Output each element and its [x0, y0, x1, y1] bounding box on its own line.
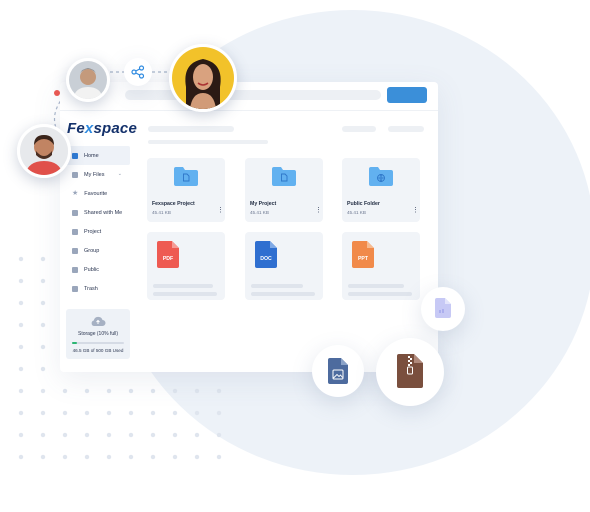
search-input[interactable] [125, 90, 381, 100]
document-card[interactable]: PPT [342, 232, 420, 300]
storage-capacity: 46.5 GB of 500 GB Used [72, 348, 124, 353]
subheader-placeholder [148, 140, 268, 144]
share-icon [131, 65, 145, 79]
share-button[interactable] [124, 58, 152, 86]
ppt-file-icon: PPT [352, 241, 374, 268]
image-file-bubble [312, 345, 364, 397]
sidebar: Home My Files ⌄ ★ Favourite Shared with Me… [66, 146, 130, 298]
more-options-icon[interactable]: ⋮ [217, 207, 224, 214]
image-file-icon [328, 358, 348, 384]
text-placeholder [348, 284, 404, 288]
top-bar [60, 82, 438, 111]
sidebar-item-label: Favourite [84, 190, 108, 197]
folder-size: 45.41 KB [347, 210, 366, 215]
more-options-icon[interactable]: ⋮ [315, 207, 322, 214]
folder-card[interactable]: Fexspace Project 45.41 KB ⋮ [147, 158, 225, 222]
header-placeholder [388, 126, 424, 132]
folder-icon [369, 167, 393, 186]
avatar [17, 124, 71, 178]
sidebar-item-favourite[interactable]: ★ Favourite [66, 184, 130, 203]
header-placeholder [148, 126, 234, 132]
sidebar-item-shared[interactable]: Shared with Me [66, 203, 130, 222]
sidebar-item-trash[interactable]: Trash [66, 279, 130, 298]
sidebar-item-group[interactable]: Group [66, 241, 130, 260]
document-icon [435, 298, 451, 318]
document-bubble [421, 287, 465, 331]
text-placeholder [348, 292, 412, 296]
app-window: Fexspace Home My Files ⌄ ★ Favourite Share… [60, 82, 438, 372]
group-icon [72, 247, 78, 254]
sidebar-item-label: Group [84, 247, 100, 254]
folder-icon [174, 167, 198, 186]
folder-icon [272, 167, 296, 186]
zip-file-icon [397, 354, 423, 388]
storage-progress-bar [72, 342, 124, 344]
zip-file-bubble [376, 338, 444, 406]
sidebar-item-label: Project [84, 228, 102, 235]
sidebar-item-public[interactable]: Public [66, 260, 130, 279]
sidebar-item-label: Public [84, 266, 99, 273]
folder-size: 45.41 KB [152, 210, 171, 215]
public-icon [72, 266, 78, 273]
document-card[interactable]: PDF [147, 232, 225, 300]
shared-icon [72, 209, 78, 216]
doc-file-icon: DOC [255, 241, 277, 268]
fexspace-logo: Fexspace [67, 120, 137, 137]
sidebar-item-project[interactable]: Project [66, 222, 130, 241]
chevron-down-icon[interactable]: ⌄ [118, 171, 122, 177]
folder-card[interactable]: Public Folder 45.41 KB ⋮ [342, 158, 420, 222]
file-icon [72, 171, 78, 178]
sidebar-item-label: Home [84, 152, 99, 159]
text-placeholder [251, 292, 315, 296]
sidebar-item-label: My Files [84, 171, 105, 178]
sidebar-item-label: Trash [84, 285, 98, 292]
text-placeholder [153, 292, 217, 296]
storage-panel: Storage (10% full) 46.5 GB of 500 GB Use… [66, 309, 130, 359]
more-options-icon[interactable]: ⋮ [412, 207, 419, 214]
text-placeholder [251, 284, 303, 288]
folder-size: 45.41 KB [250, 210, 269, 215]
avatar [169, 44, 237, 112]
home-icon [72, 152, 78, 159]
sidebar-item-label: Shared with Me [84, 209, 123, 216]
folder-icon [72, 228, 78, 235]
text-placeholder [153, 284, 213, 288]
pdf-file-icon: PDF [157, 241, 179, 268]
folder-card[interactable]: My Project 45.41 KB ⋮ [245, 158, 323, 222]
top-action-button[interactable] [387, 87, 427, 103]
sidebar-item-home[interactable]: Home [66, 146, 130, 165]
folder-name: Fexspace Project [152, 201, 195, 207]
star-icon: ★ [72, 189, 79, 197]
folder-name: My Project [250, 201, 277, 207]
avatar [66, 58, 110, 102]
cloud-icon [91, 316, 106, 326]
storage-progress-fill [72, 342, 78, 344]
sidebar-item-my-files[interactable]: My Files ⌄ [66, 165, 130, 184]
folder-name: Public Folder [347, 201, 380, 207]
storage-label: Storage (10% full) [77, 331, 119, 337]
trash-icon [72, 285, 78, 292]
document-card[interactable]: DOC [245, 232, 323, 300]
header-placeholder [342, 126, 376, 132]
